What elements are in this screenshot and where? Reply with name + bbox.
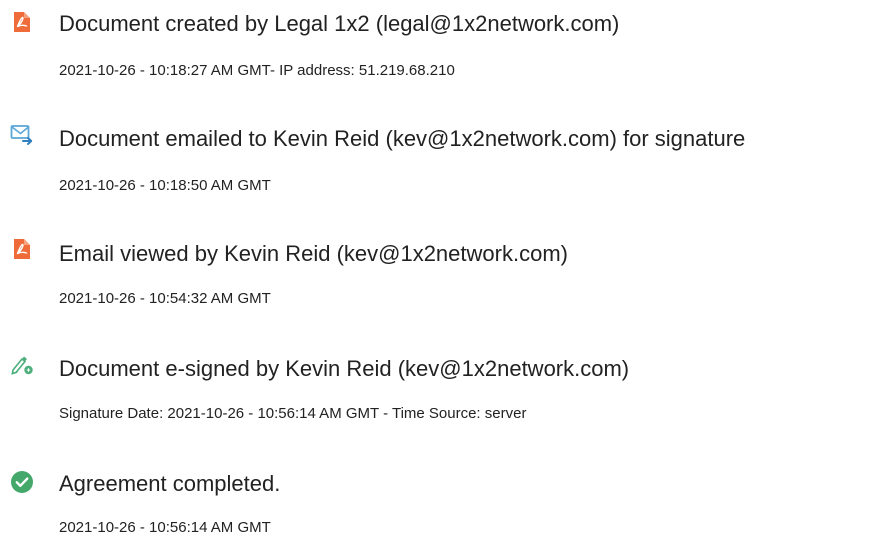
event-title: Email viewed by Kevin Reid (kev@1x2netwo… (59, 241, 568, 266)
event-title: Document emailed to Kevin Reid (kev@1x2n… (59, 126, 746, 151)
event-title: Document e-signed by Kevin Reid (kev@1x2… (59, 356, 630, 381)
event-title: Agreement completed. (59, 471, 281, 496)
document-viewed-icon (10, 237, 34, 261)
event-timestamp: Signature Date: 2021-10-26 - 10:56:14 AM… (59, 405, 527, 422)
event-timestamp: 2021-10-26 - 10:18:27 AM GMT- IP address… (59, 62, 455, 79)
check-circle-icon (10, 470, 34, 494)
event-timestamp: 2021-10-26 - 10:54:32 AM GMT (59, 290, 271, 307)
event-timestamp: 2021-10-26 - 10:56:14 AM GMT (59, 519, 271, 536)
event-title: Document created by Legal 1x2 (legal@1x2… (59, 11, 620, 36)
email-sent-icon (10, 122, 34, 146)
e-sign-pen-icon (10, 352, 34, 376)
event-timestamp: 2021-10-26 - 10:18:50 AM GMT (59, 177, 271, 194)
document-created-icon (10, 10, 34, 34)
